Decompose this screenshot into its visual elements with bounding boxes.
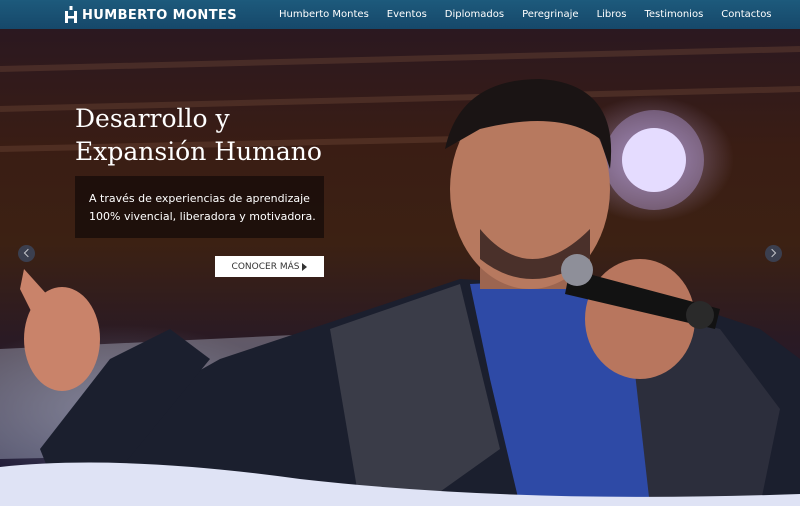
site-logo[interactable]: HUMBERTO MONTES — [64, 6, 237, 24]
headline-line-2: Expansión Humano — [75, 137, 322, 166]
slider-next-button[interactable] — [765, 245, 782, 262]
main-nav: Humberto Montes Eventos Diplomados Pereg… — [270, 0, 781, 29]
chevron-right-icon — [767, 248, 777, 258]
nav-item-libros[interactable]: Libros — [597, 9, 627, 20]
nav-item-eventos[interactable]: Eventos — [387, 9, 427, 20]
hero-description: A través de experiencias de aprendizaje … — [89, 192, 316, 223]
hm-logo-icon — [65, 6, 77, 23]
nav-item-testimonios[interactable]: Testimonios — [645, 9, 704, 20]
nav-item-peregrinaje[interactable]: Peregrinaje — [522, 9, 579, 20]
nav-item-contactos[interactable]: Contactos — [721, 9, 771, 20]
hero-headline: Desarrollo y Expansión Humano — [75, 102, 322, 168]
slider-prev-button[interactable] — [18, 245, 35, 262]
top-navbar: HUMBERTO MONTES Humberto Montes Eventos … — [0, 0, 800, 29]
hero-description-box: A través de experiencias de aprendizaje … — [75, 176, 324, 238]
conocer-mas-button[interactable]: CONOCER MÁS — [215, 256, 324, 277]
brand-name: HUMBERTO MONTES — [82, 7, 238, 23]
hero-image — [0, 46, 800, 506]
nav-item-diplomados[interactable]: Diplomados — [445, 9, 504, 20]
play-arrow-icon — [302, 262, 308, 271]
headline-line-1: Desarrollo y — [75, 104, 230, 133]
nav-item-humberto-montes[interactable]: Humberto Montes — [279, 9, 369, 20]
chevron-left-icon — [23, 248, 33, 258]
conocer-mas-label: CONOCER MÁS — [231, 261, 300, 272]
hero-slider: Desarrollo y Expansión Humano A través d… — [0, 29, 800, 506]
